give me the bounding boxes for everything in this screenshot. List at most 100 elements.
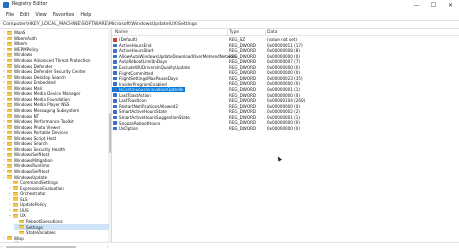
- tree-item-label: CommandSettings: [20, 180, 58, 186]
- folder-icon: [7, 97, 12, 102]
- value-name: InsiderProgramEnabled: [119, 81, 167, 87]
- chevron-right-icon[interactable]: ›: [8, 197, 12, 202]
- chevron-right-icon[interactable]: ›: [2, 102, 6, 107]
- column-divider[interactable]: [227, 30, 228, 35]
- value-name: SnoozeRebootHours: [119, 120, 161, 126]
- chevron-right-icon[interactable]: ›: [2, 136, 6, 141]
- chevron-right-icon[interactable]: ›: [2, 125, 6, 130]
- value-name-cell[interactable]: UxOption: [112, 126, 140, 132]
- chevron-right-icon[interactable]: ›: [2, 147, 6, 152]
- folder-icon: [7, 30, 12, 35]
- folder-icon: [7, 136, 12, 140]
- folder-icon: [7, 114, 12, 118]
- chevron-right-icon[interactable]: ›: [2, 86, 6, 91]
- chevron-right-icon[interactable]: ›: [2, 80, 6, 85]
- value-name: FlightSettingsMaxPauseDays: [119, 76, 178, 82]
- folder-icon: [7, 58, 12, 63]
- chevron-right-icon[interactable]: ›: [2, 130, 6, 135]
- chevron-right-icon[interactable]: ›: [2, 41, 6, 46]
- folder-icon: [7, 75, 12, 79]
- folder-icon: [7, 64, 12, 68]
- maximize-button[interactable]: ☐: [425, 0, 442, 11]
- scroll-left-icon[interactable]: ‹: [1, 243, 3, 250]
- chevron-down-icon[interactable]: ⌄: [2, 175, 6, 180]
- address-bar[interactable]: Computer\HKEY_LOCAL_MACHINE\SOFTWARE\Mic…: [0, 20, 459, 29]
- menu-file[interactable]: File: [3, 11, 17, 20]
- column-divider[interactable]: [265, 30, 266, 35]
- tree-item-label: Windows Security Health: [14, 146, 66, 152]
- chevron-right-icon[interactable]: ›: [8, 191, 12, 196]
- chevron-right-icon[interactable]: ›: [2, 64, 6, 69]
- chevron-right-icon[interactable]: ›: [2, 91, 6, 96]
- tree-item-label: WindowsSelfHost: [14, 169, 50, 175]
- folder-icon: [7, 42, 12, 46]
- chevron-right-icon[interactable]: ›: [2, 36, 6, 41]
- folder-icon: [13, 180, 18, 185]
- chevron-right-icon[interactable]: ›: [2, 75, 6, 80]
- tree-item-label: Windows Defender: [14, 63, 53, 69]
- tree-item-label: Orchestrator: [20, 191, 46, 197]
- tree-item-label: WbemAuth: [14, 35, 37, 41]
- column-data-header[interactable]: Data: [267, 29, 277, 36]
- chevron-right-icon[interactable]: ›: [2, 97, 6, 102]
- chevron-right-icon[interactable]: ›: [2, 47, 6, 52]
- folder-icon: [7, 141, 12, 146]
- folder-icon: [13, 191, 18, 196]
- chevron-right-icon[interactable]: ›: [2, 158, 6, 163]
- binary-value-icon: [113, 115, 117, 120]
- binary-value-icon: [113, 99, 117, 103]
- chevron-right-icon[interactable]: ›: [2, 52, 6, 57]
- chevron-right-icon[interactable]: ›: [8, 208, 12, 213]
- menu-view[interactable]: View: [32, 11, 49, 20]
- minimize-button[interactable]: —: [408, 0, 425, 11]
- folder-icon: [7, 47, 12, 52]
- chevron-right-icon[interactable]: ›: [2, 141, 6, 146]
- binary-value-icon: [113, 110, 117, 114]
- value-name: AutoRebootLimitInDays: [119, 59, 168, 65]
- status-bar: ‹ ›: [0, 242, 459, 250]
- tree-item-label: Wisp: [14, 235, 24, 241]
- chevron-right-icon[interactable]: ›: [2, 119, 6, 124]
- address-path[interactable]: Computer\HKEY_LOCAL_MACHINE\SOFTWARE\Mic…: [3, 22, 197, 28]
- folder-icon: [13, 208, 18, 213]
- folder-icon: [7, 164, 12, 168]
- chevron-right-icon[interactable]: ›: [8, 186, 12, 191]
- binary-value-icon: [113, 82, 117, 86]
- value-name: SmartActiveHoursSuggestionState: [119, 114, 190, 120]
- chevron-right-icon[interactable]: ›: [2, 58, 6, 63]
- column-type-header[interactable]: Type: [229, 29, 239, 36]
- chevron-right-icon[interactable]: ›: [2, 152, 6, 157]
- tree-item-label: Windows Media Player NSS: [14, 102, 70, 108]
- chevron-right-icon[interactable]: ›: [2, 163, 6, 168]
- menu-edit[interactable]: Edit: [17, 11, 32, 20]
- chevron-right-icon[interactable]: ›: [2, 114, 6, 119]
- chevron-down-icon[interactable]: ⌄: [8, 213, 12, 218]
- chevron-right-icon[interactable]: ›: [2, 30, 6, 35]
- binary-value-icon: [113, 60, 117, 64]
- chevron-right-icon[interactable]: ›: [2, 236, 6, 241]
- scroll-right-icon[interactable]: ›: [107, 243, 109, 250]
- tree-item-label: Windows Portable Devices: [14, 130, 68, 136]
- binary-value-icon: [113, 104, 117, 109]
- value-row[interactable]: UxOption REG_DWORD 0x00000000 (0): [112, 126, 392, 132]
- menu-favorites[interactable]: Favorites: [50, 11, 78, 20]
- column-name-header[interactable]: Name: [115, 29, 128, 36]
- chevron-right-icon[interactable]: ›: [2, 108, 6, 113]
- tree-horizontal-scrollbar[interactable]: ‹ ›: [0, 243, 112, 250]
- tree-item-label: ExpressionEvaluation: [20, 185, 64, 191]
- folder-icon: [19, 219, 24, 224]
- folder-icon: [7, 103, 12, 107]
- chevron-right-icon[interactable]: ›: [2, 69, 6, 74]
- tree-item-label: Windows Photo Viewer: [14, 124, 61, 130]
- chevron-right-icon[interactable]: ›: [8, 202, 12, 207]
- chevron-right-icon[interactable]: ›: [2, 169, 6, 174]
- value-name: LastToastIcon: [119, 98, 147, 104]
- menu-help[interactable]: Help: [77, 11, 94, 20]
- folder-icon: [7, 130, 12, 135]
- value-name: SmartActiveHoursState: [119, 109, 167, 115]
- tree-hscroll-thumb[interactable]: [6, 245, 76, 248]
- close-button[interactable]: ✕: [442, 0, 459, 11]
- string-value-icon: [113, 37, 117, 42]
- folder-icon: [7, 147, 12, 152]
- value-name: FlightCommitted: [119, 70, 154, 76]
